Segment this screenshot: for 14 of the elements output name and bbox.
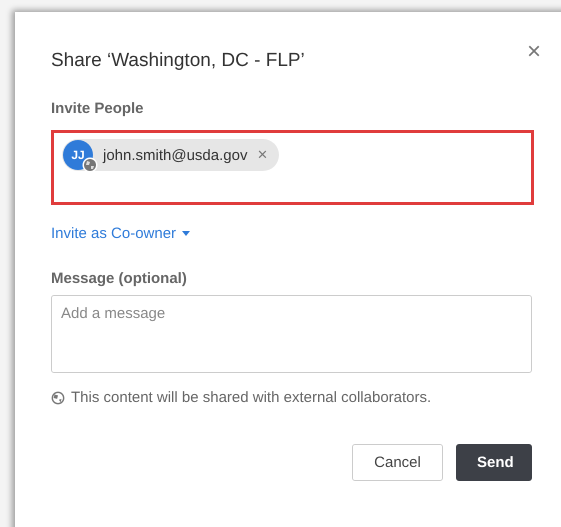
caret-icon — [182, 231, 190, 236]
message-label: Message (optional) — [51, 270, 187, 287]
send-button[interactable]: Send — [456, 444, 532, 481]
invite-field[interactable]: JJ john.smith@usda.gov × — [51, 130, 534, 205]
remove-button[interactable]: × — [257, 145, 268, 165]
role-dropdown[interactable]: Invite as Co-owner — [51, 225, 190, 242]
cancel-button[interactable]: Cancel — [352, 444, 443, 481]
chip-email: john.smith@usda.gov — [103, 146, 248, 164]
message-field[interactable]: Add a message — [51, 295, 532, 373]
invite-label: Invite People — [51, 100, 144, 117]
notice-text: This content will be shared with external collaborators. — [71, 389, 432, 406]
globe-icon — [51, 390, 65, 404]
dialog-title: Share ‘Washington, DC - FLP’ — [51, 50, 305, 72]
close-button[interactable]: × — [526, 40, 541, 64]
